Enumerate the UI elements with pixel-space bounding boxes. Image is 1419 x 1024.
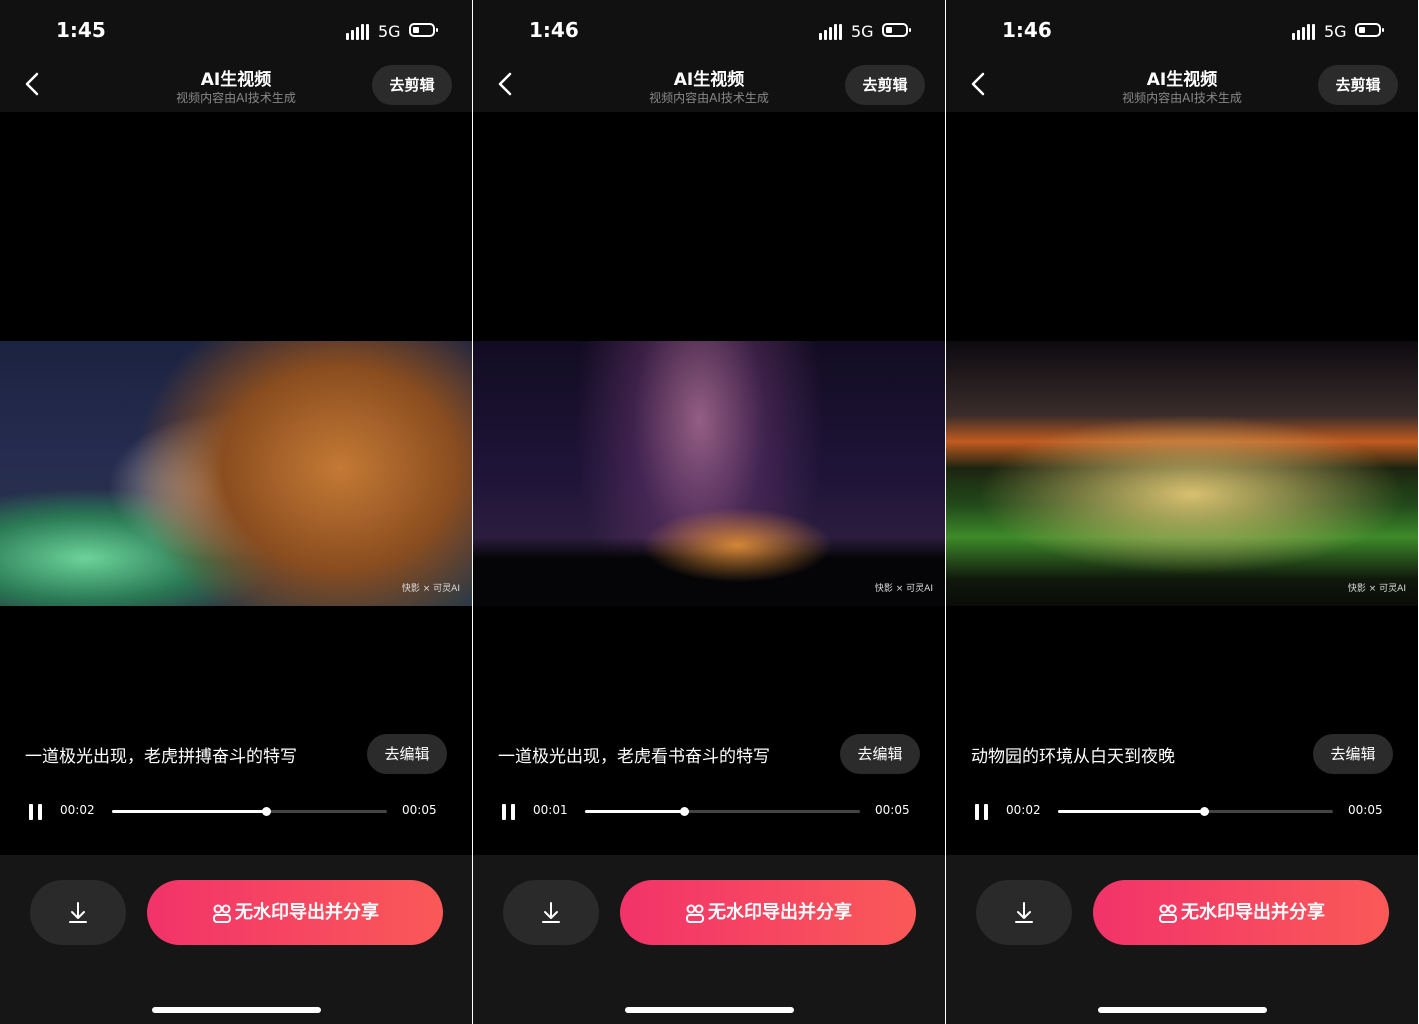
signal-icon bbox=[346, 24, 372, 40]
progress-slider[interactable] bbox=[1058, 807, 1333, 816]
current-time: 00:02 bbox=[1006, 803, 1041, 817]
nav-bar: AI生视频 视频内容由AI技术生成 去剪辑 bbox=[473, 56, 945, 112]
current-time: 00:01 bbox=[533, 803, 568, 817]
network-type: 5G bbox=[378, 22, 401, 41]
action-bar: 无水印导出并分享 bbox=[473, 855, 945, 1024]
video-player[interactable]: 快影 × 可灵AI bbox=[473, 341, 945, 606]
pause-icon[interactable] bbox=[975, 804, 989, 820]
phone-screen-2: 1:46 5G AI生视频 视频内容由AI技术生成 去剪辑 快影 × 可灵AI … bbox=[473, 0, 945, 1024]
edit-prompt-button[interactable]: 去编辑 bbox=[367, 734, 447, 774]
edit-prompt-button[interactable]: 去编辑 bbox=[840, 734, 920, 774]
duration: 00:05 bbox=[402, 803, 437, 817]
share-people-icon bbox=[213, 904, 231, 923]
app-screens-comparison: 1:45 5G AI生视频 视频内容由AI技术生成 去剪辑 快影 × 可灵AI … bbox=[0, 0, 1419, 1024]
go-edit-button[interactable]: 去剪辑 bbox=[1318, 65, 1398, 105]
progress-thumb[interactable] bbox=[262, 807, 271, 816]
status-bar: 1:46 5G bbox=[946, 0, 1418, 56]
progress-fill bbox=[112, 810, 266, 813]
home-indicator bbox=[625, 1007, 794, 1013]
phone-screen-3: 1:46 5G AI生视频 视频内容由AI技术生成 去剪辑 快影 × 可灵AI … bbox=[946, 0, 1418, 1024]
download-button[interactable] bbox=[503, 880, 599, 945]
progress-fill bbox=[585, 810, 684, 813]
go-edit-button[interactable]: 去剪辑 bbox=[372, 65, 452, 105]
video-player[interactable]: 快影 × 可灵AI bbox=[0, 341, 472, 606]
status-time: 1:45 bbox=[56, 18, 106, 42]
video-watermark: 快影 × 可灵AI bbox=[401, 584, 460, 594]
progress-slider[interactable] bbox=[585, 807, 860, 816]
prompt-caption: 一道极光出现，老虎拼搏奋斗的特写 bbox=[25, 747, 297, 767]
phone-screen-1: 1:45 5G AI生视频 视频内容由AI技术生成 去剪辑 快影 × 可灵AI … bbox=[0, 0, 472, 1024]
pause-icon[interactable] bbox=[502, 804, 516, 820]
signal-icon bbox=[819, 24, 845, 40]
prompt-caption: 一道极光出现，老虎看书奋斗的特写 bbox=[498, 747, 770, 767]
video-player[interactable]: 快影 × 可灵AI bbox=[946, 341, 1418, 606]
status-bar: 1:45 5G bbox=[0, 0, 472, 56]
edit-prompt-button[interactable]: 去编辑 bbox=[1313, 734, 1393, 774]
nav-bar: AI生视频 视频内容由AI技术生成 去剪辑 bbox=[0, 56, 472, 112]
progress-thumb[interactable] bbox=[1199, 807, 1209, 816]
download-icon bbox=[69, 902, 87, 923]
network-type: 5G bbox=[851, 22, 874, 41]
home-indicator bbox=[1098, 1007, 1267, 1013]
home-indicator bbox=[152, 1007, 321, 1013]
download-icon bbox=[1015, 902, 1033, 923]
export-share-button[interactable]: 无水印导出并分享 bbox=[620, 880, 916, 945]
current-time: 00:02 bbox=[60, 803, 95, 817]
battery-icon bbox=[409, 23, 438, 37]
prompt-caption: 动物园的环境从白天到夜晚 bbox=[971, 747, 1175, 767]
signal-icon bbox=[1292, 24, 1318, 40]
progress-thumb[interactable] bbox=[680, 807, 689, 816]
video-watermark: 快影 × 可灵AI bbox=[1347, 584, 1406, 594]
download-icon bbox=[542, 902, 560, 923]
share-people-icon bbox=[686, 904, 704, 923]
export-share-label: 无水印导出并分享 bbox=[235, 902, 379, 923]
status-bar: 1:46 5G bbox=[473, 0, 945, 56]
duration: 00:05 bbox=[875, 803, 910, 817]
download-button[interactable] bbox=[976, 880, 1072, 945]
export-share-label: 无水印导出并分享 bbox=[708, 902, 852, 923]
battery-icon bbox=[1355, 23, 1384, 37]
progress-slider[interactable] bbox=[112, 807, 387, 816]
action-bar: 无水印导出并分享 bbox=[946, 855, 1418, 1024]
duration: 00:05 bbox=[1348, 803, 1383, 817]
go-edit-button[interactable]: 去剪辑 bbox=[845, 65, 925, 105]
nav-bar: AI生视频 视频内容由AI技术生成 去剪辑 bbox=[946, 56, 1418, 112]
export-share-button[interactable]: 无水印导出并分享 bbox=[1093, 880, 1389, 945]
network-type: 5G bbox=[1324, 22, 1347, 41]
action-bar: 无水印导出并分享 bbox=[0, 855, 472, 1024]
status-time: 1:46 bbox=[1002, 18, 1052, 42]
export-share-label: 无水印导出并分享 bbox=[1181, 902, 1325, 923]
share-people-icon bbox=[1159, 904, 1177, 923]
battery-icon bbox=[882, 23, 911, 37]
download-button[interactable] bbox=[30, 880, 126, 945]
pause-icon[interactable] bbox=[29, 804, 43, 820]
export-share-button[interactable]: 无水印导出并分享 bbox=[147, 880, 443, 945]
video-watermark: 快影 × 可灵AI bbox=[874, 584, 933, 594]
status-time: 1:46 bbox=[529, 18, 579, 42]
progress-fill bbox=[1058, 810, 1204, 813]
